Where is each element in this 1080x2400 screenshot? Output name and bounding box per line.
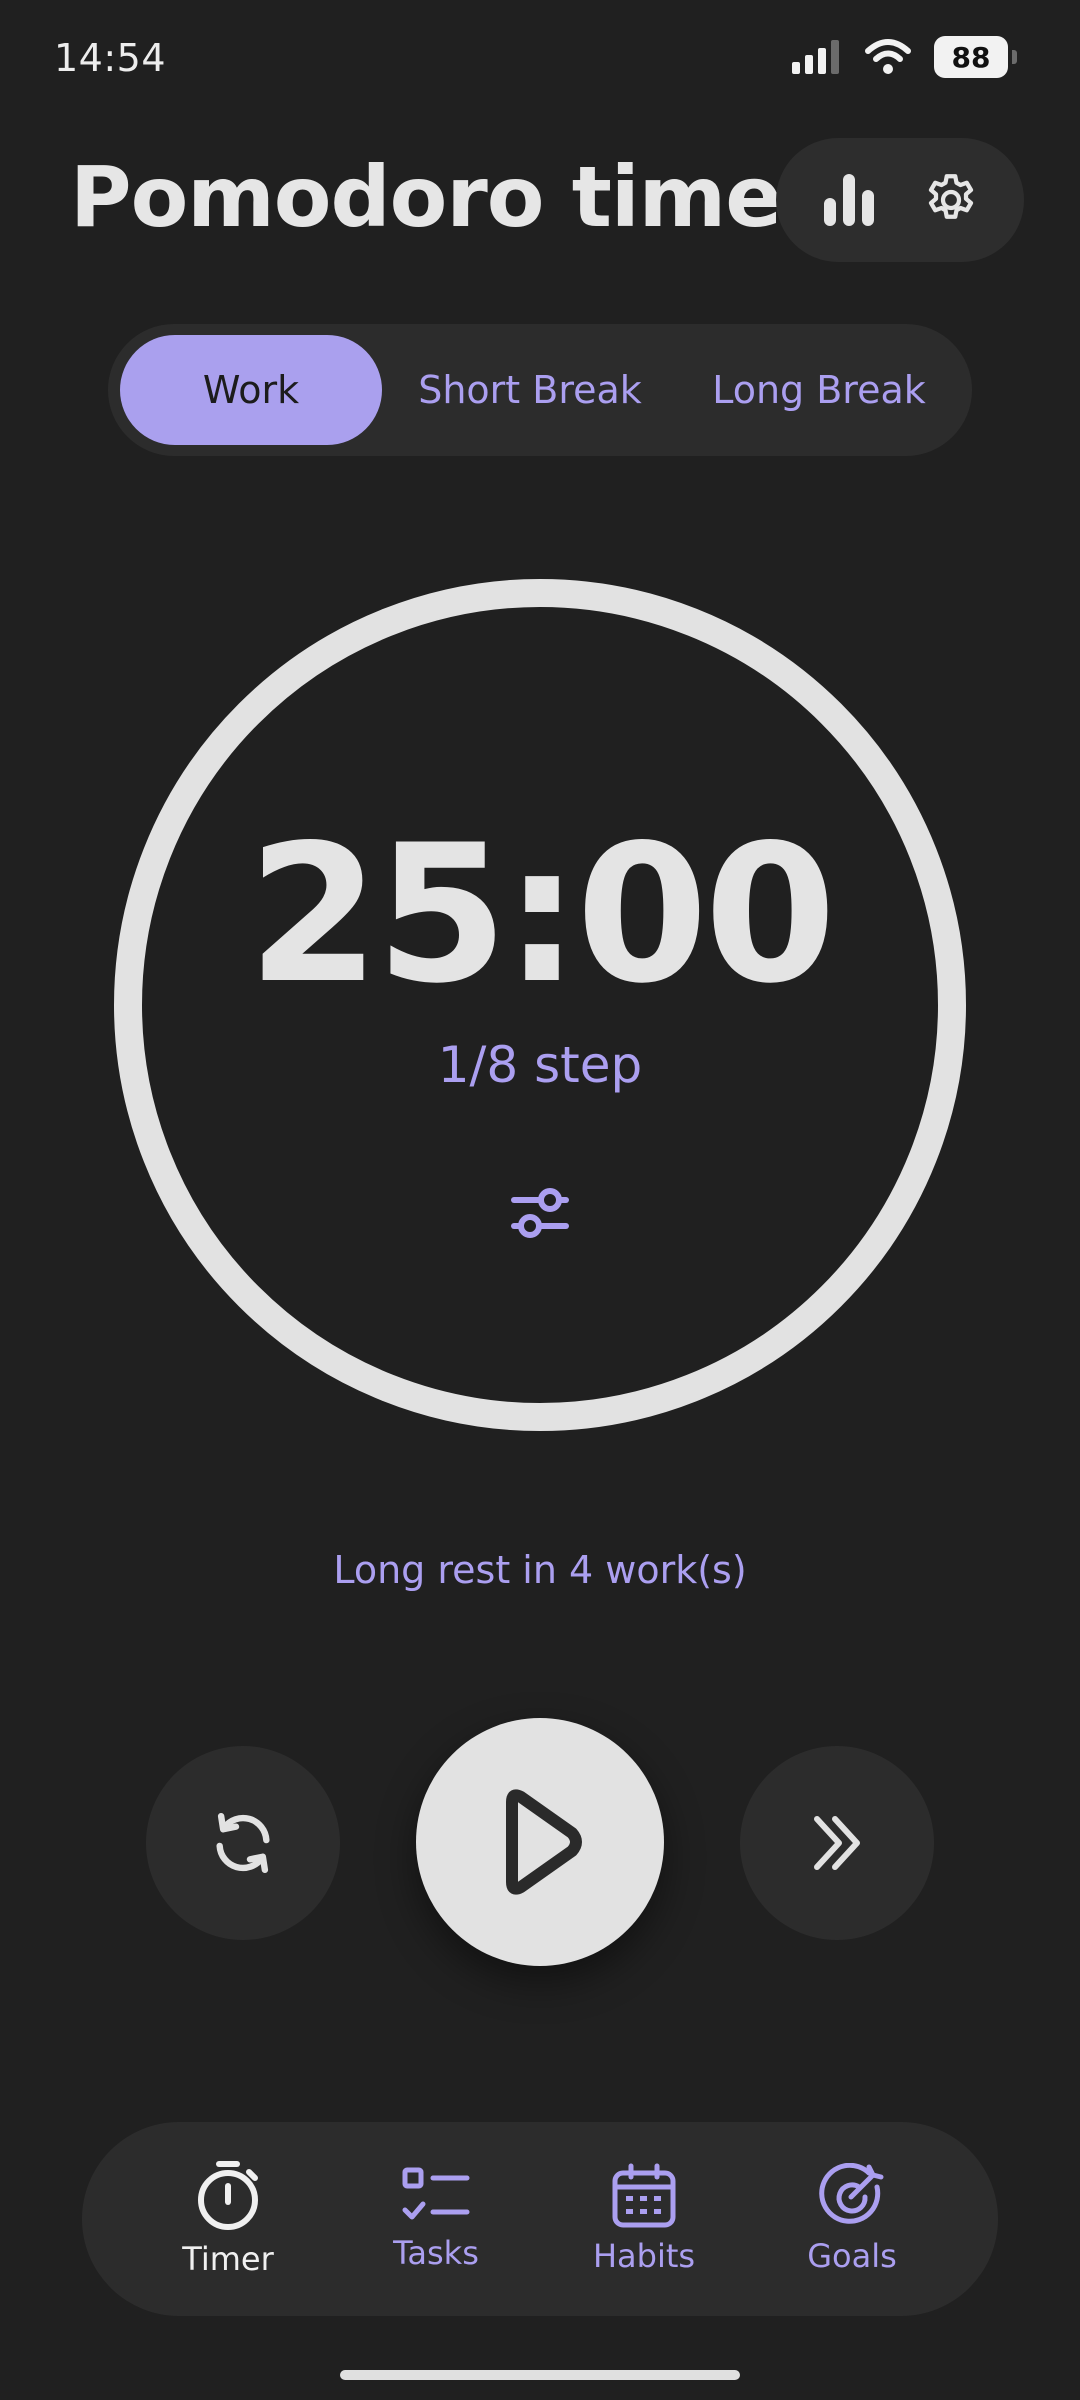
status-time: 14:54	[54, 36, 167, 80]
nav-label-timer: Timer	[182, 2240, 274, 2278]
nav-item-goals[interactable]: Goals	[762, 2163, 942, 2275]
long-rest-info: Long rest in 4 work(s)	[333, 1548, 747, 1592]
nav-label-habits: Habits	[592, 2237, 696, 2275]
reset-button[interactable]	[146, 1746, 340, 1940]
nav-item-tasks[interactable]: Tasks	[346, 2166, 526, 2272]
double-chevron-right-icon	[814, 1816, 860, 1870]
play-icon	[506, 1789, 582, 1895]
skip-button[interactable]	[740, 1746, 934, 1940]
timer-display: 25:00	[247, 804, 837, 1025]
nav-label-tasks: Tasks	[393, 2234, 479, 2272]
tab-long-break[interactable]: Long Break	[678, 335, 960, 445]
signal-icon	[792, 40, 839, 74]
nav-label-goals: Goals	[807, 2237, 897, 2275]
mode-tabs: Work Short Break Long Break	[108, 324, 972, 456]
calendar-icon	[612, 2163, 676, 2228]
settings-button[interactable]	[916, 165, 986, 235]
tab-work[interactable]: Work	[120, 335, 382, 445]
target-icon	[819, 2163, 884, 2224]
sliders-icon	[511, 1188, 569, 1238]
step-counter: 1/8 step	[437, 1036, 643, 1094]
nav-item-habits[interactable]: Habits	[554, 2163, 734, 2275]
refresh-icon	[216, 1812, 270, 1874]
gear-icon	[928, 174, 974, 219]
bottom-nav: Timer Tasks Habits Goals	[82, 2122, 998, 2316]
adjust-timer-button[interactable]	[500, 1180, 580, 1246]
wifi-icon	[865, 39, 911, 74]
checklist-icon	[402, 2167, 470, 2220]
battery-indicator: 88	[934, 36, 1017, 78]
play-button[interactable]	[416, 1718, 664, 1966]
tab-short-break[interactable]: Short Break	[382, 335, 678, 445]
home-indicator[interactable]	[340, 2370, 740, 2380]
page-title: Pomodoro timer	[70, 148, 823, 246]
stats-button[interactable]	[814, 165, 884, 235]
stopwatch-icon	[198, 2161, 258, 2230]
bar-chart-icon	[824, 174, 874, 226]
status-icons: 88	[792, 36, 1017, 78]
header-actions	[776, 138, 1024, 262]
nav-item-timer[interactable]: Timer	[138, 2160, 318, 2278]
